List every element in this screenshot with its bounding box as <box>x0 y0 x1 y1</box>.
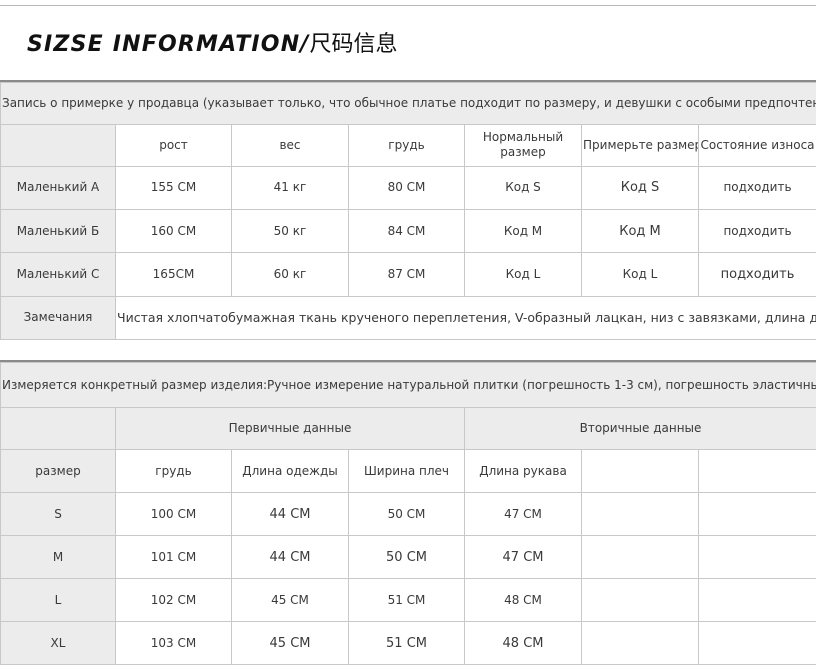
cell-normal-size: Код S <box>465 166 582 209</box>
size-label: L <box>1 579 116 622</box>
table-row: Маленький C 165CM 60 кг 87 CM Код L Код … <box>1 253 816 296</box>
cell-sleeve: 47 CM <box>465 536 582 579</box>
top-divider <box>0 5 816 6</box>
size-table: Измеряется конкретный размер изделия:Руч… <box>0 362 816 665</box>
model-name: Маленький A <box>1 166 116 209</box>
header-shoulder: Ширина плеч <box>349 450 465 493</box>
size-note: Измеряется конкретный размер изделия:Руч… <box>1 363 816 408</box>
header-sleeve: Длина рукава <box>465 450 582 493</box>
cell-height: 165CM <box>116 253 232 296</box>
size-label: XL <box>1 622 116 665</box>
cell-normal-size: Код L <box>465 253 582 296</box>
cell-bust: 84 CM <box>349 209 465 252</box>
cell-empty <box>582 579 699 622</box>
cell-shoulder: 51 CM <box>349 579 465 622</box>
page-title-main: SIZSE INFORMATION/ <box>27 32 310 57</box>
size-label: M <box>1 536 116 579</box>
cell-wear-state: подходить <box>699 253 816 296</box>
table-row: L 102 CM 45 CM 51 CM 48 CM <box>1 579 816 622</box>
remarks-label: Замечания <box>1 296 116 339</box>
page-title: SIZSE INFORMATION/尺码信息 <box>27 26 398 58</box>
fitting-header-row: рост вес грудь Нормальный размер Примерь… <box>1 125 816 166</box>
size-note-row: Измеряется конкретный размер изделия:Руч… <box>1 363 816 408</box>
group-blank <box>1 408 116 450</box>
model-name: Маленький C <box>1 253 116 296</box>
cell-empty <box>582 493 699 536</box>
cell-height: 155 CM <box>116 166 232 209</box>
cell-shoulder: 50 CM <box>349 536 465 579</box>
table-row: Маленький A 155 CM 41 кг 80 CM Код S Код… <box>1 166 816 209</box>
cell-height: 160 CM <box>116 209 232 252</box>
cell-empty <box>699 622 816 665</box>
cell-empty <box>699 579 816 622</box>
fitting-note: Запись о примерке у продавца (указывает … <box>1 83 816 125</box>
header-bust: грудь <box>116 450 232 493</box>
cell-try-size: Код L <box>582 253 699 296</box>
fitting-table: Запись о примерке у продавца (указывает … <box>0 82 816 340</box>
cell-empty <box>582 622 699 665</box>
page-title-cn: 尺码信息 <box>310 32 398 57</box>
cell-empty <box>699 493 816 536</box>
cell-weight: 50 кг <box>232 209 349 252</box>
header-empty <box>699 450 816 493</box>
header-bust: грудь <box>349 125 465 166</box>
cell-normal-size: Код M <box>465 209 582 252</box>
header-normal-size: Нормальный размер <box>465 125 582 166</box>
cell-empty <box>699 536 816 579</box>
remarks-row: Замечания Чистая хлопчатобумажная ткань … <box>1 296 816 339</box>
group-header-row: Первичные данные Вторичные данные <box>1 408 816 450</box>
cell-try-size: Код S <box>582 166 699 209</box>
cell-empty <box>582 536 699 579</box>
cell-sleeve: 47 CM <box>465 493 582 536</box>
header-height: рост <box>116 125 232 166</box>
fitting-note-row: Запись о примерке у продавца (указывает … <box>1 83 816 125</box>
header-weight: вес <box>232 125 349 166</box>
group-primary: Первичные данные <box>116 408 465 450</box>
table-row: S 100 CM 44 CM 50 CM 47 CM <box>1 493 816 536</box>
cell-length: 44 CM <box>232 536 349 579</box>
header-try-size: Примерьте размер <box>582 125 699 166</box>
model-name: Маленький Б <box>1 209 116 252</box>
cell-bust: 101 CM <box>116 536 232 579</box>
size-header-row: размер грудь Длина одежды Ширина плеч Дл… <box>1 450 816 493</box>
cell-wear-state: подходить <box>699 166 816 209</box>
table-row: Маленький Б 160 CM 50 кг 84 CM Код M Код… <box>1 209 816 252</box>
header-cell <box>1 125 116 166</box>
cell-shoulder: 51 CM <box>349 622 465 665</box>
header-empty <box>582 450 699 493</box>
cell-try-size: Код M <box>582 209 699 252</box>
header-wear-state: Состояние износа <box>699 125 816 166</box>
group-secondary: Вторичные данные <box>465 408 816 450</box>
size-label: S <box>1 493 116 536</box>
cell-weight: 60 кг <box>232 253 349 296</box>
header-size: размер <box>1 450 116 493</box>
cell-sleeve: 48 CM <box>465 622 582 665</box>
table-row: XL 103 CM 45 CM 51 CM 48 CM <box>1 622 816 665</box>
cell-bust: 103 CM <box>116 622 232 665</box>
cell-sleeve: 48 CM <box>465 579 582 622</box>
cell-bust: 87 CM <box>349 253 465 296</box>
cell-length: 44 CM <box>232 493 349 536</box>
cell-bust: 100 CM <box>116 493 232 536</box>
cell-length: 45 CM <box>232 579 349 622</box>
table-row: M 101 CM 44 CM 50 CM 47 CM <box>1 536 816 579</box>
cell-shoulder: 50 CM <box>349 493 465 536</box>
cell-bust: 102 CM <box>116 579 232 622</box>
header-length: Длина одежды <box>232 450 349 493</box>
cell-weight: 41 кг <box>232 166 349 209</box>
cell-bust: 80 CM <box>349 166 465 209</box>
cell-wear-state: подходить <box>699 209 816 252</box>
cell-length: 45 CM <box>232 622 349 665</box>
remarks-text: Чистая хлопчатобумажная ткань крученого … <box>116 296 816 339</box>
